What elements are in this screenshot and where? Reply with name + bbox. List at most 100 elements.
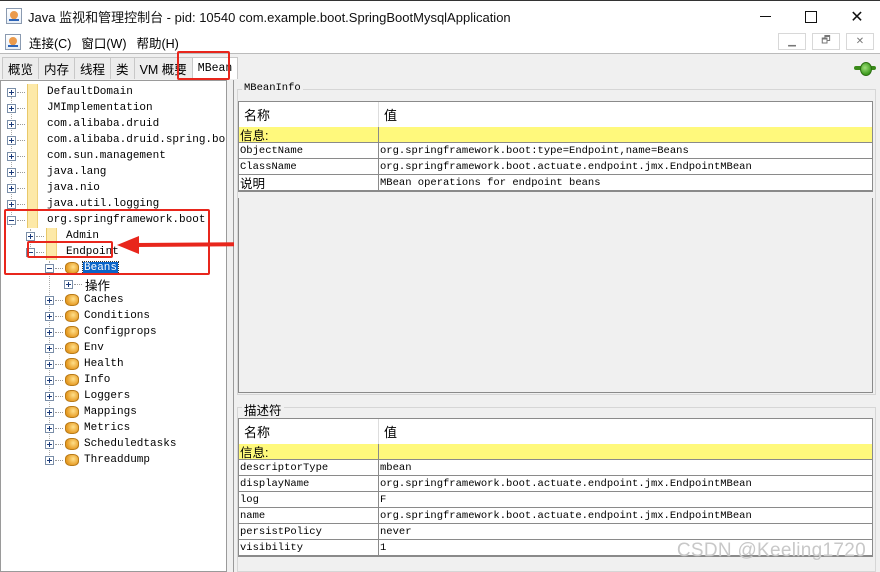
tree-node-label[interactable]: Configprops <box>83 326 158 338</box>
tree-node-label[interactable]: Threaddump <box>83 454 151 466</box>
table-row[interactable]: displayName org.springframework.boot.actu… <box>239 476 872 492</box>
expand-icon[interactable] <box>7 199 16 209</box>
tree-node-label[interactable]: java.lang <box>46 166 107 178</box>
tree-node-label[interactable]: Scheduledtasks <box>83 438 177 450</box>
tree-node-label[interactable]: com.alibaba.druid.spring.boot.a <box>46 134 226 146</box>
tree-node-label[interactable]: Caches <box>83 294 125 306</box>
tree-node-operations[interactable]: 操作 <box>64 275 111 294</box>
table-row[interactable]: descriptorType mbean <box>239 460 872 476</box>
tree-node-label[interactable]: Loggers <box>83 390 131 402</box>
tree-node-endpoint-bean[interactable]: Metrics <box>45 420 131 436</box>
tree-node-label[interactable]: Conditions <box>83 310 151 322</box>
minimize-button[interactable] <box>742 1 788 32</box>
attribute-name-cell: log <box>239 492 379 507</box>
inner-close-button[interactable]: ✕ <box>846 33 874 50</box>
expand-icon[interactable] <box>7 183 16 193</box>
info-value <box>379 444 872 459</box>
inner-restore-button[interactable]: 🗗 <box>812 33 840 50</box>
expand-icon[interactable] <box>45 423 54 433</box>
tab-memory[interactable]: 内存 <box>38 57 76 79</box>
tree-node-label[interactable]: DefaultDomain <box>46 86 134 98</box>
tree-node-label[interactable]: Mappings <box>83 406 138 418</box>
expand-icon[interactable] <box>45 407 54 417</box>
tree-node-label[interactable]: Env <box>83 342 105 354</box>
tree-node-domain[interactable]: JMImplementation <box>7 100 154 116</box>
expand-icon[interactable] <box>45 455 54 465</box>
expand-icon[interactable] <box>45 391 54 401</box>
maximize-button[interactable] <box>788 1 834 32</box>
inner-minimize-button[interactable]: ▁ <box>778 33 806 50</box>
tree-node-endpoint-bean[interactable]: Mappings <box>45 404 138 420</box>
close-icon: ✕ <box>850 8 864 26</box>
tree-node-endpoint-bean[interactable]: Conditions <box>45 308 151 324</box>
tree-node-label[interactable]: Health <box>83 358 125 370</box>
tree-node-endpoint-bean[interactable]: Caches <box>45 292 125 308</box>
tree-node-endpoint-bean[interactable]: Info <box>45 372 111 388</box>
expand-icon[interactable] <box>45 327 54 337</box>
tree-node-label[interactable]: com.alibaba.druid <box>46 118 160 130</box>
tree-node-label[interactable]: Info <box>83 374 111 386</box>
expand-icon[interactable] <box>45 295 54 305</box>
window-controls: ✕ <box>742 1 880 32</box>
menu-help[interactable]: 帮助(H) <box>136 33 178 52</box>
tree-node-label[interactable]: com.sun.management <box>46 150 167 162</box>
expand-icon[interactable] <box>45 439 54 449</box>
expand-icon[interactable] <box>45 359 54 369</box>
folder-icon <box>27 148 38 164</box>
expand-icon[interactable] <box>64 279 73 289</box>
close-button[interactable]: ✕ <box>834 1 880 32</box>
inner-window-controls: ▁ 🗗 ✕ <box>778 33 874 50</box>
expand-icon[interactable] <box>45 343 54 353</box>
table-row[interactable]: ClassName org.springframework.boot.actuat… <box>239 159 872 175</box>
tab-classes[interactable]: 类 <box>110 57 135 79</box>
tree-node-label[interactable]: JMImplementation <box>46 102 154 114</box>
mbean-icon <box>65 342 79 354</box>
tree-node-domain[interactable]: java.nio <box>7 180 101 196</box>
table-row[interactable]: name org.springframework.boot.actuate.end… <box>239 508 872 524</box>
info-row: 信息: <box>239 127 872 143</box>
tree-node-label[interactable]: java.nio <box>46 182 101 194</box>
split-pane-divider[interactable] <box>227 80 234 572</box>
folder-icon <box>27 132 38 148</box>
table-row[interactable]: persistPolicy never <box>239 524 872 540</box>
expand-icon[interactable] <box>7 87 16 97</box>
tree-node-domain[interactable]: com.sun.management <box>7 148 167 164</box>
column-header-value[interactable]: 值 <box>379 419 872 444</box>
endpoint-highlight-box <box>27 241 113 258</box>
tree-node-endpoint-bean[interactable]: Health <box>45 356 125 372</box>
column-header-name[interactable]: 名称 <box>239 102 379 127</box>
expand-icon[interactable] <box>7 103 16 113</box>
table-row[interactable]: ObjectName org.springframework.boot:type=… <box>239 143 872 159</box>
tab-threads[interactable]: 线程 <box>74 57 112 79</box>
tree-node-endpoint-bean[interactable]: Scheduledtasks <box>45 436 177 452</box>
column-header-name[interactable]: 名称 <box>239 419 379 444</box>
expand-icon[interactable] <box>45 311 54 321</box>
menu-window[interactable]: 窗口(W) <box>81 33 126 52</box>
tree-connector <box>17 123 25 125</box>
tab-overview[interactable]: 概览 <box>2 57 40 79</box>
attribute-name-cell: persistPolicy <box>239 524 379 539</box>
column-header-value[interactable]: 值 <box>379 102 872 127</box>
expand-icon[interactable] <box>7 151 16 161</box>
tree-node-endpoint-bean[interactable]: Loggers <box>45 388 131 404</box>
expand-icon[interactable] <box>45 375 54 385</box>
tree-node-domain[interactable]: com.alibaba.druid.spring.boot.a <box>7 132 226 148</box>
table-header: 名称 值 <box>239 419 872 444</box>
tree-node-label[interactable]: 操作 <box>84 275 111 294</box>
attribute-name-cell: visibility <box>239 540 379 555</box>
tree-node-endpoint-bean[interactable]: Configprops <box>45 324 158 340</box>
mbean-tree: DefaultDomain JMImplementation com.alibaba… <box>0 80 227 572</box>
tree-node-domain[interactable]: com.alibaba.druid <box>7 116 160 132</box>
table-row[interactable]: log F <box>239 492 872 508</box>
connection-status-icon[interactable] <box>854 62 876 76</box>
expand-icon[interactable] <box>7 119 16 129</box>
tree-node-endpoint-bean[interactable]: Threaddump <box>45 452 151 468</box>
menu-connection[interactable]: 连接(C) <box>29 33 71 52</box>
expand-icon[interactable] <box>7 135 16 145</box>
tree-node-label[interactable]: Metrics <box>83 422 131 434</box>
tree-node-domain[interactable]: DefaultDomain <box>7 84 134 100</box>
table-row[interactable]: 说明 MBean operations for endpoint beans <box>239 175 872 191</box>
expand-icon[interactable] <box>7 167 16 177</box>
tree-node-domain[interactable]: java.lang <box>7 164 107 180</box>
tree-node-endpoint-bean[interactable]: Env <box>45 340 105 356</box>
